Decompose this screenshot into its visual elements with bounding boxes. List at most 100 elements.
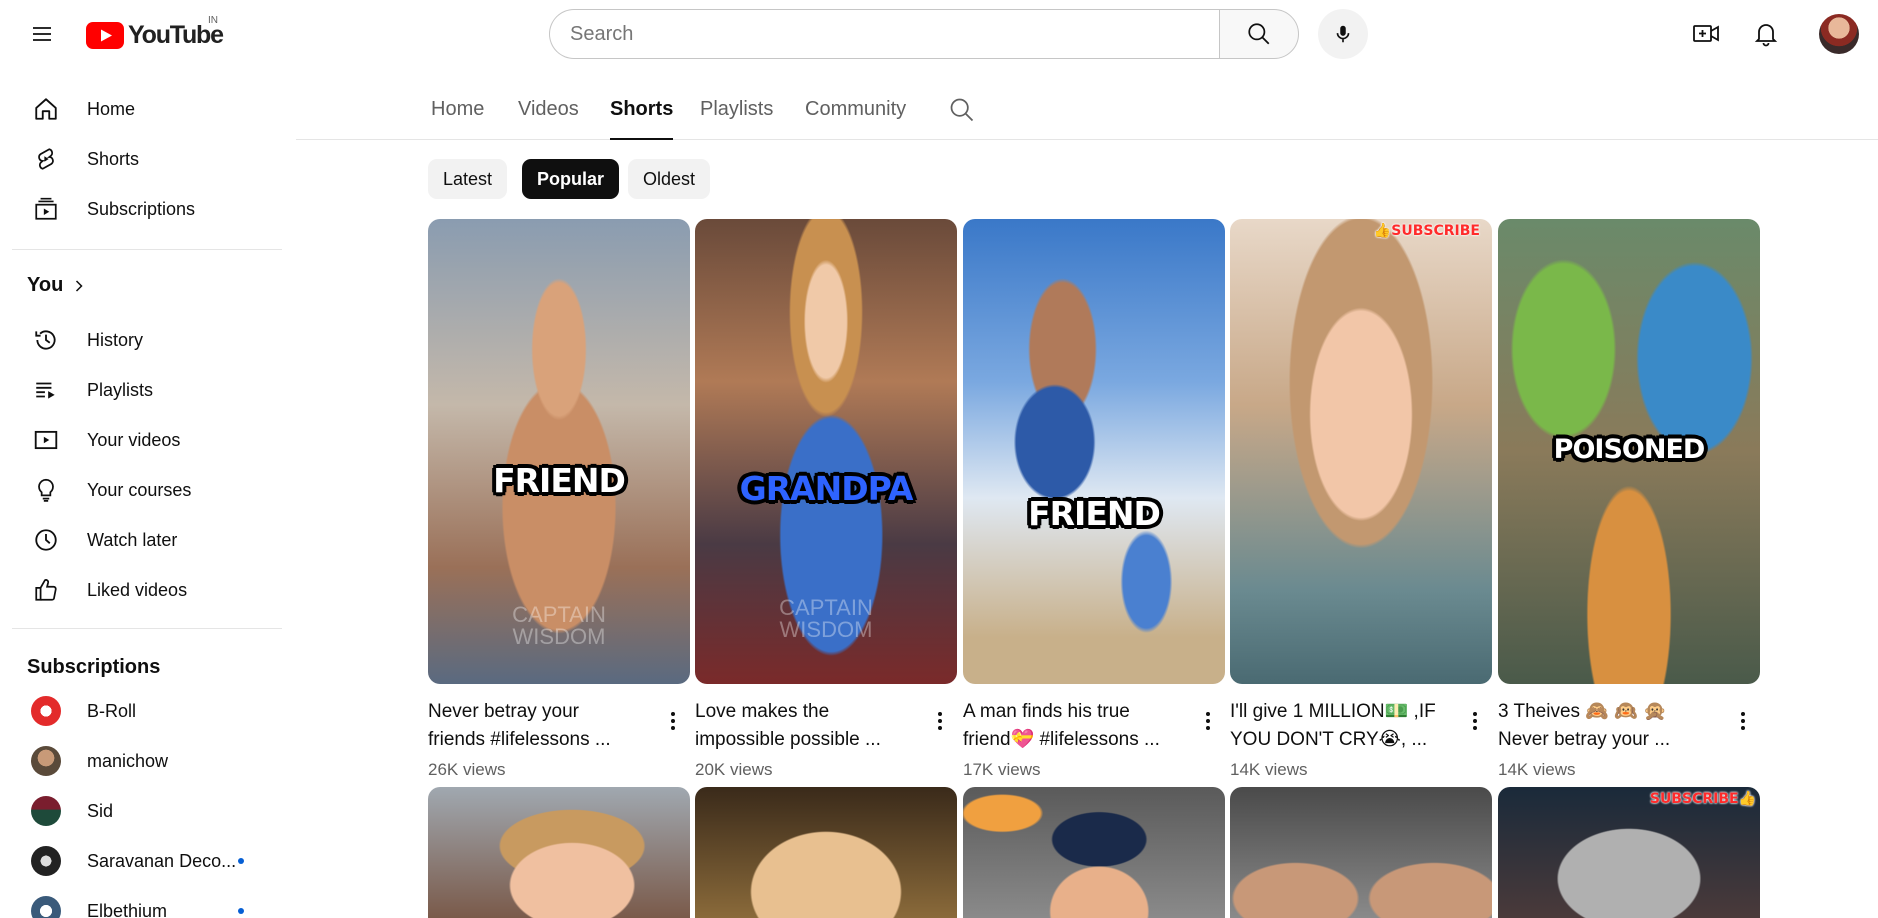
sidebar-item-home[interactable]: Home: [12, 85, 280, 133]
search-button[interactable]: [1219, 9, 1299, 59]
sidebar-item-subscriptions[interactable]: Subscriptions: [12, 185, 280, 233]
voice-search-button[interactable]: [1318, 9, 1368, 59]
channel-search-button[interactable]: [948, 96, 978, 126]
more-actions-button[interactable]: [1458, 704, 1492, 738]
short-thumbnail[interactable]: FRIEND: [963, 219, 1225, 684]
sidebar-item-playlists[interactable]: Playlists: [12, 366, 280, 414]
country-code: IN: [208, 15, 218, 26]
sidebar-item-label: Your videos: [87, 429, 181, 450]
short-title[interactable]: 3 Theives 🙈 🙉 🙊 Never betray your ...: [1498, 698, 1720, 754]
masthead: YouTube IN: [0, 0, 1878, 68]
short-card[interactable]: GRANDPA CAPTAIN WISDOM Love makes the impo…: [695, 219, 957, 779]
sidebar-subscription-saravanan[interactable]: Saravanan Deco...: [12, 837, 280, 885]
subscription-label: Sid: [87, 800, 114, 821]
short-thumbnail[interactable]: [963, 787, 1225, 918]
more-actions-button[interactable]: [923, 704, 957, 738]
sidebar-item-label: Your courses: [87, 479, 192, 500]
short-views: 14K views: [1498, 760, 1576, 779]
short-card[interactable]: FRIEND CAPTAIN WISDOM Never betray your fr…: [428, 219, 690, 779]
thumbnail-watermark: CAPTAIN WISDOM: [779, 595, 873, 642]
like-icon: [35, 579, 57, 601]
sidebar-item-history[interactable]: History: [12, 316, 280, 364]
thumbnail-overlay-text: GRANDPA: [739, 469, 914, 508]
short-views: 26K views: [428, 760, 506, 779]
short-thumbnail[interactable]: 👍SUBSCRIBE: [1230, 219, 1492, 684]
tab-community[interactable]: Community: [805, 98, 906, 140]
short-card[interactable]: FRIEND A man finds his true friend💝 #life…: [963, 219, 1225, 779]
short-thumbnail[interactable]: GRANDPA CAPTAIN WISDOM: [695, 219, 957, 684]
new-content-dot: [238, 858, 244, 864]
tab-home[interactable]: Home: [431, 98, 484, 140]
tab-shorts[interactable]: Shorts: [610, 98, 674, 140]
thumbnail-overlay-text: FRIEND: [493, 461, 626, 500]
chip-oldest[interactable]: Oldest: [628, 159, 711, 199]
short-title[interactable]: I'll give 1 MILLION💵 ,IF YOU DON'T CRY😭, …: [1230, 698, 1452, 754]
channel-tabs: Home Videos Shorts Playlists Community: [296, 88, 1878, 140]
short-card[interactable]: SUBSCRIBE👍: [1498, 787, 1760, 918]
short-card[interactable]: [1230, 787, 1492, 918]
sidebar-item-liked-videos[interactable]: Liked videos: [12, 566, 280, 614]
sidebar-subscription-b-roll[interactable]: B-Roll: [12, 687, 280, 735]
short-thumbnail[interactable]: FRIEND CAPTAIN WISDOM: [428, 219, 690, 684]
more-actions-button[interactable]: [656, 704, 690, 738]
short-title[interactable]: A man finds his true friend💝 #lifelessons…: [963, 698, 1185, 754]
menu-button[interactable]: [22, 14, 62, 54]
short-thumbnail[interactable]: [695, 787, 957, 918]
short-card[interactable]: 👍SUBSCRIBE I'll give 1 MILLION💵 ,IF YOU D…: [1230, 219, 1492, 779]
youtube-logo[interactable]: YouTube IN: [86, 15, 224, 50]
thumbnail-watermark: CAPTAIN WISDOM: [512, 602, 606, 649]
sidebar-item-your-videos[interactable]: Your videos: [12, 416, 280, 464]
subscriptions-icon: [35, 197, 57, 220]
short-views: 17K views: [963, 760, 1041, 779]
search-icon: [1248, 23, 1270, 45]
short-views: 14K views: [1230, 760, 1308, 779]
subscriptions-heading: Subscriptions: [27, 656, 161, 678]
chevron-right-icon: [76, 279, 83, 292]
subscription-label: B-Roll: [87, 700, 137, 721]
subscribe-badge: SUBSCRIBE👍: [1649, 791, 1756, 807]
search-input[interactable]: [549, 9, 1219, 59]
more-actions-button[interactable]: [1726, 704, 1760, 738]
search-icon: [950, 98, 974, 122]
sidebar-item-label: Watch later: [87, 529, 178, 550]
youtube-play-icon: [86, 21, 124, 49]
more-vert-icon: [671, 712, 675, 730]
sidebar-item-label: Playlists: [87, 379, 154, 400]
sidebar-subscription-manichow[interactable]: manichow: [12, 737, 280, 785]
notifications-button[interactable]: [1746, 14, 1786, 54]
short-thumbnail[interactable]: POISONED: [1498, 219, 1760, 684]
sidebar-item-your-courses[interactable]: Your courses: [12, 466, 280, 514]
short-card[interactable]: POISONED 3 Theives 🙈 🙉 🙊 Never betray you…: [1498, 219, 1760, 779]
sidebar-item-label: Home: [87, 98, 136, 119]
more-actions-button[interactable]: [1191, 704, 1225, 738]
subscription-label: Saravanan Deco...: [87, 850, 237, 871]
short-title[interactable]: Never betray your friends #lifelessons ..…: [428, 698, 650, 754]
home-icon: [35, 98, 57, 120]
sidebar-item-shorts[interactable]: Shorts: [12, 135, 280, 183]
sidebar-subscription-sid[interactable]: Sid: [12, 787, 280, 835]
short-title[interactable]: Love makes the impossible possible ...: [695, 698, 917, 754]
sidebar-item-label: Subscriptions: [87, 198, 196, 219]
more-vert-icon: [1741, 712, 1745, 730]
sidebar-item-watch-later[interactable]: Watch later: [12, 516, 280, 564]
short-card[interactable]: [428, 787, 690, 918]
more-vert-icon: [938, 712, 942, 730]
chip-popular[interactable]: Popular: [522, 159, 620, 199]
tab-videos[interactable]: Videos: [518, 98, 579, 140]
sidebar-subscription-elbethium[interactable]: Elbethium: [12, 887, 280, 918]
playlists-icon: [36, 382, 55, 399]
sidebar-you-header[interactable]: You: [27, 274, 89, 297]
tab-playlists[interactable]: Playlists: [700, 98, 773, 140]
you-label: You: [27, 274, 64, 296]
short-thumbnail[interactable]: [428, 787, 690, 918]
channel-avatar: [31, 896, 61, 918]
short-thumbnail[interactable]: [1230, 787, 1492, 918]
channel-avatar: [31, 746, 61, 776]
account-avatar[interactable]: [1819, 14, 1859, 54]
your-videos-icon: [34, 430, 58, 450]
create-button[interactable]: [1686, 14, 1726, 54]
chip-latest[interactable]: Latest: [428, 159, 508, 199]
short-card[interactable]: [963, 787, 1225, 918]
short-card[interactable]: [695, 787, 957, 918]
short-thumbnail[interactable]: SUBSCRIBE👍: [1498, 787, 1760, 918]
